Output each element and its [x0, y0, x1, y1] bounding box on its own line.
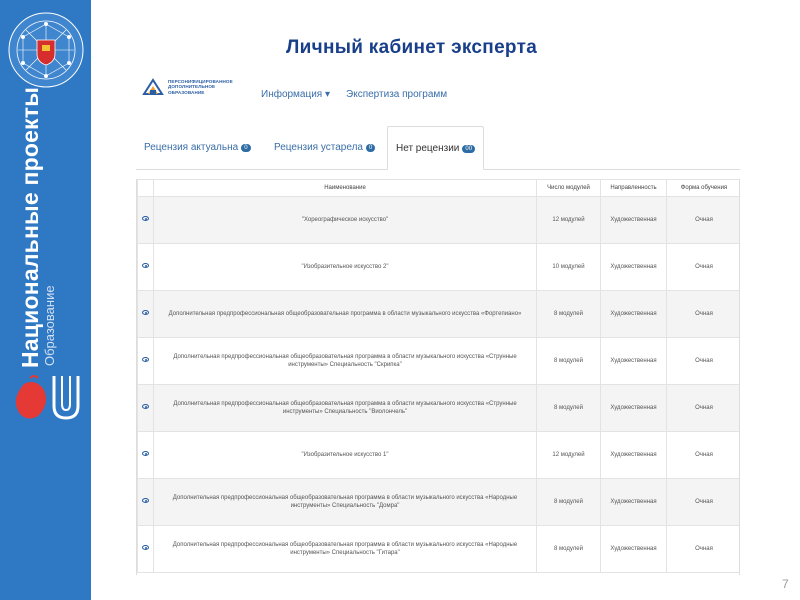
education-subtitle: Образование [42, 285, 57, 366]
eye-icon[interactable] [142, 216, 149, 221]
program-form: Очная [666, 478, 739, 526]
national-projects-logo-icon [15, 375, 80, 420]
table-row: "Изобразительное искусство 2" 10 модулей… [137, 243, 739, 291]
left-banner: Национальные проекты Образование [0, 0, 91, 600]
program-direction: Художественная [600, 431, 667, 479]
table-row: Дополнительная предпрофессиональная обще… [137, 478, 739, 526]
program-direction: Художественная [600, 196, 667, 244]
program-name: Дополнительная предпрофессиональная обще… [153, 478, 537, 526]
column-header-modules[interactable]: Число модулей [536, 179, 601, 197]
top-nav: Информация ▾ Экспертиза программ [261, 89, 447, 100]
program-name: Дополнительная предпрофессиональная обще… [153, 337, 537, 385]
table-row: "Изобразительное искусство 1" 12 модулей… [137, 431, 739, 479]
table-row: Дополнительная предпрофессиональная обще… [137, 337, 739, 385]
app-header: ПЕРСОНИФИЦИРОВАННОЕ ДОПОЛНИТЕЛЬНОЕ ОБРАЗ… [140, 76, 750, 118]
program-name: Дополнительная предпрофессиональная обще… [153, 525, 537, 573]
program-modules: 8 модулей [536, 525, 601, 573]
eye-icon[interactable] [142, 357, 149, 362]
tab-review-actual[interactable]: Рецензия актуальна 0 [144, 126, 251, 170]
column-header-view [137, 179, 154, 197]
emblem-icon [8, 12, 84, 88]
table-row: Дополнительная предпрофессиональная обще… [137, 384, 739, 432]
programs-table-container[interactable]: Наименование Число модулей Направленност… [136, 179, 740, 575]
tab-no-review[interactable]: Нет рецензии 00 [387, 126, 485, 170]
nav-info-dropdown[interactable]: Информация ▾ [261, 89, 330, 100]
count-badge: 00 [462, 145, 476, 153]
brand-text: ПЕРСОНИФИЦИРОВАННОЕ ДОПОЛНИТЕЛЬНОЕ ОБРАЗ… [168, 78, 233, 95]
program-direction: Художественная [600, 525, 667, 573]
program-form: Очная [666, 337, 739, 385]
program-name: "Изобразительное искусство 2" [153, 243, 537, 291]
brand-logo-icon [142, 78, 164, 95]
program-modules: 8 модулей [536, 478, 601, 526]
program-direction: Художественная [600, 243, 667, 291]
eye-icon[interactable] [142, 263, 149, 268]
eye-icon[interactable] [142, 451, 149, 456]
program-form: Очная [666, 196, 739, 244]
eye-icon[interactable] [142, 498, 149, 503]
national-projects-text: Национальные проекты Образование [17, 86, 58, 368]
program-form: Очная [666, 384, 739, 432]
program-form: Очная [666, 431, 739, 479]
eye-icon[interactable] [142, 310, 149, 315]
table-header-row: Наименование Число модулей Направленност… [137, 179, 739, 197]
program-direction: Художественная [600, 290, 667, 338]
program-name: Дополнительная предпрофессиональная обще… [153, 290, 537, 338]
nav-program-review[interactable]: Экспертиза программ [346, 89, 447, 100]
review-tabs: Рецензия актуальна 0 Рецензия устарела 0 Н… [136, 126, 740, 170]
program-name: "Хореографическое искусство" [153, 196, 537, 244]
program-direction: Художественная [600, 478, 667, 526]
column-header-form[interactable]: Форма обучения [666, 179, 739, 197]
column-header-name[interactable]: Наименование [153, 179, 537, 197]
national-projects-title: Национальные проекты [17, 86, 43, 368]
table-row: "Хореографическое искусство" 12 модулей … [137, 196, 739, 244]
program-form: Очная [666, 290, 739, 338]
programs-table: Наименование Число модулей Направленност… [137, 179, 739, 573]
eye-icon[interactable] [142, 404, 149, 409]
column-header-direction[interactable]: Направленность [600, 179, 667, 197]
program-form: Очная [666, 525, 739, 573]
program-direction: Художественная [600, 384, 667, 432]
count-badge: 0 [365, 144, 376, 152]
table-row: Дополнительная предпрофессиональная обще… [137, 525, 739, 573]
count-badge: 0 [241, 144, 251, 152]
program-modules: 10 модулей [536, 243, 601, 291]
program-direction: Художественная [600, 337, 667, 385]
slide-page-number: 7 [782, 577, 789, 591]
program-modules: 8 модулей [536, 290, 601, 338]
table-row: Дополнительная предпрофессиональная обще… [137, 290, 739, 338]
program-modules: 12 модулей [536, 196, 601, 244]
tab-review-outdated[interactable]: Рецензия устарела 0 [274, 126, 376, 170]
brand-logo[interactable]: ПЕРСОНИФИЦИРОВАННОЕ ДОПОЛНИТЕЛЬНОЕ ОБРАЗ… [142, 76, 233, 98]
program-modules: 8 модулей [536, 337, 601, 385]
program-name: "Изобразительное искусство 1" [153, 431, 537, 479]
page-title: Личный кабинет эксперта [286, 37, 538, 58]
program-modules: 12 модулей [536, 431, 601, 479]
program-form: Очная [666, 243, 739, 291]
program-name: Дополнительная предпрофессиональная обще… [153, 384, 537, 432]
eye-icon[interactable] [142, 545, 149, 550]
program-modules: 8 модулей [536, 384, 601, 432]
